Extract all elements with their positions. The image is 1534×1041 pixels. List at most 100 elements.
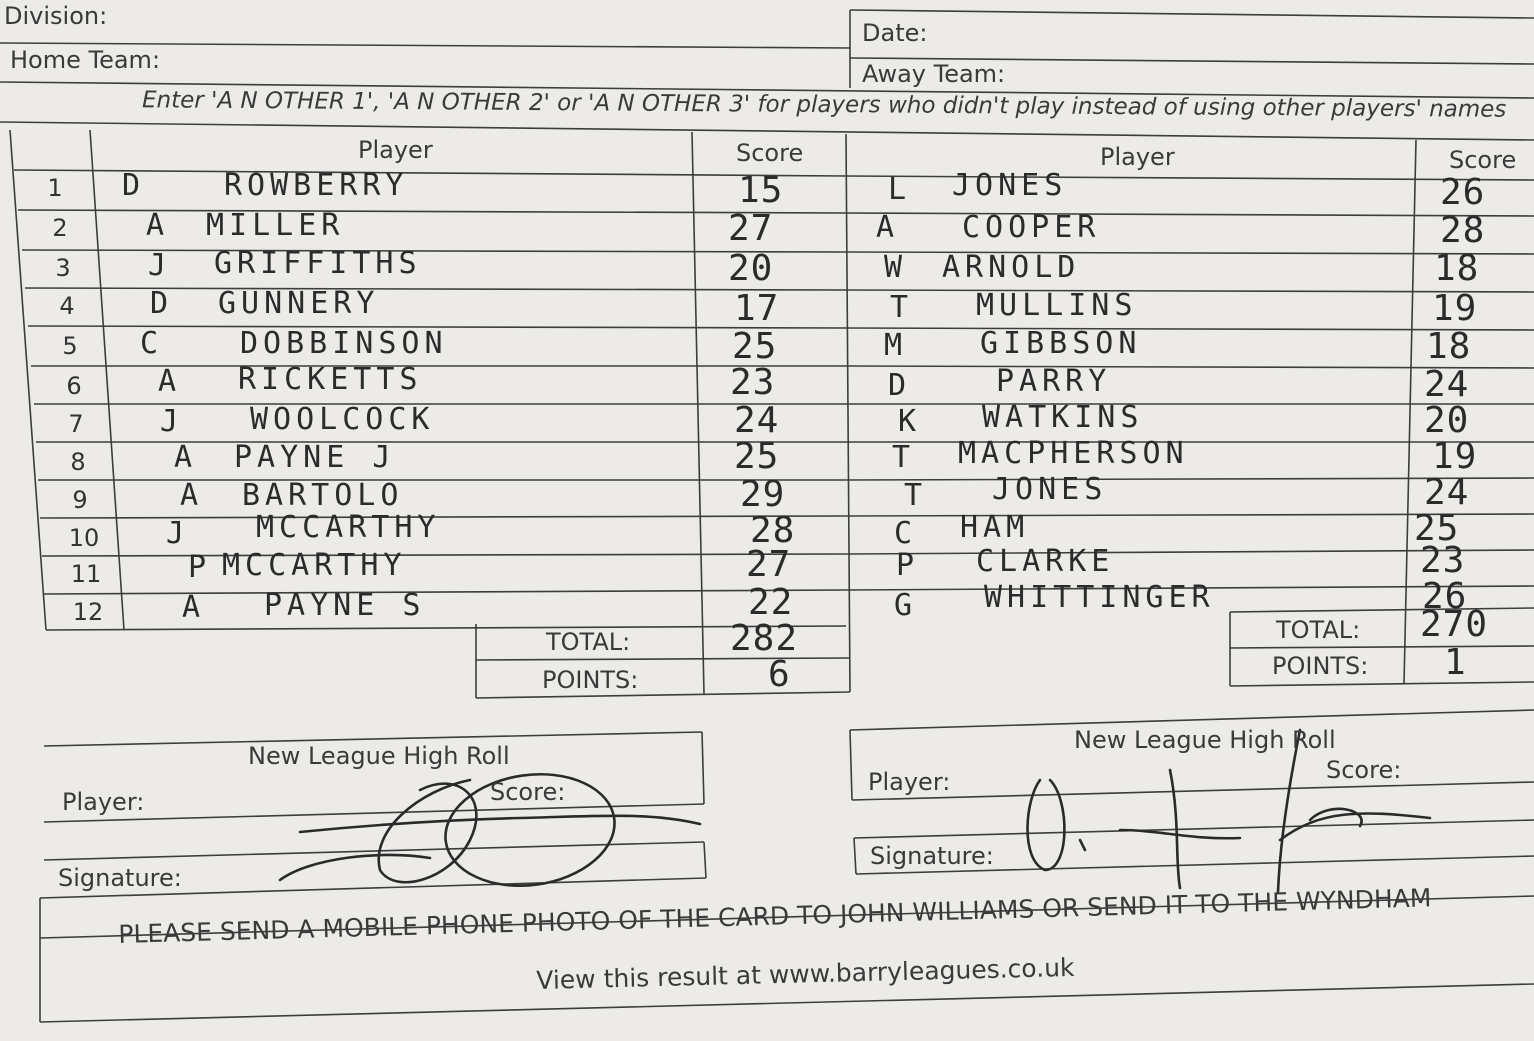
row-number: 3 <box>55 254 71 282</box>
home-score: 25 <box>734 436 780 477</box>
away-player-initial: G <box>894 588 916 623</box>
home-player-name: PAYNE S <box>264 588 426 623</box>
away-player-name: JONES <box>992 472 1108 507</box>
home-player-name: MCCARTHY <box>256 510 441 545</box>
away-player-header: Player <box>1100 143 1175 171</box>
away-score: 23 <box>1420 540 1466 581</box>
home-score: 27 <box>728 208 774 249</box>
away-player-name: CLARKE <box>976 544 1115 579</box>
home-high-roll-player-label: Player: <box>62 788 145 816</box>
home-player-initial: P <box>188 550 210 585</box>
home-score: 22 <box>748 582 794 623</box>
home-score: 15 <box>738 170 784 211</box>
away-score-header: Score <box>1449 146 1517 174</box>
row-number: 2 <box>52 214 68 242</box>
away-score: 19 <box>1432 288 1478 329</box>
home-player-initial: A <box>174 440 196 475</box>
away-high-roll-title: New League High Roll <box>1074 726 1336 754</box>
away-player-name: WHITTINGER <box>984 580 1215 615</box>
row-number: 6 <box>66 372 82 400</box>
home-player-name: MILLER <box>206 208 345 243</box>
home-player-name: PAYNE J <box>234 440 396 475</box>
away-score: 24 <box>1424 364 1470 405</box>
away-score: 18 <box>1434 248 1480 289</box>
away-player-name: JONES <box>952 168 1068 203</box>
away-signature-label: Signature: <box>870 842 994 870</box>
home-score: 27 <box>746 544 792 585</box>
away-player-name: HAM <box>960 510 1030 545</box>
home-player-initial: D <box>122 168 144 203</box>
away-player-initial: T <box>890 290 912 325</box>
away-score: 18 <box>1426 326 1472 367</box>
away-team-label: Away Team: <box>862 60 1006 88</box>
home-player-initial: A <box>158 364 180 399</box>
home-high-roll-title: New League High Roll <box>248 742 510 770</box>
row-number: 4 <box>59 292 75 320</box>
away-player-initial: W <box>884 250 906 285</box>
away-points-label: POINTS: <box>1272 652 1369 680</box>
away-score: 24 <box>1424 472 1470 513</box>
home-player-initial: D <box>150 286 172 321</box>
away-total-label: TOTAL: <box>1276 616 1361 644</box>
home-player-initial: A <box>180 478 202 513</box>
home-score-header: Score <box>736 139 804 167</box>
away-player-initial: T <box>904 478 926 513</box>
away-player-name: COOPER <box>962 210 1101 245</box>
row-number: 9 <box>72 486 88 514</box>
home-player-name: BARTOLO <box>242 478 404 513</box>
home-player-initial: J <box>160 404 182 439</box>
home-player-name: MCCARTHY <box>222 548 407 583</box>
away-player-name: PARRY <box>996 364 1112 399</box>
home-player-name: DOBBINSON <box>240 326 448 361</box>
away-player-name: GIBBSON <box>980 326 1142 361</box>
home-score: 29 <box>740 474 786 515</box>
away-total-value: 270 <box>1420 604 1489 645</box>
away-player-initial: M <box>884 328 906 363</box>
home-total-label: TOTAL: <box>546 628 631 656</box>
away-player-initial: D <box>888 368 910 403</box>
home-player-initial: J <box>148 248 170 283</box>
row-number: 10 <box>68 524 100 552</box>
row-number: 5 <box>62 332 78 360</box>
home-player-initial: A <box>146 208 168 243</box>
home-team-label: Home Team: <box>10 46 161 74</box>
away-player-name: WATKINS <box>982 400 1144 435</box>
home-player-header: Player <box>358 136 433 164</box>
home-player-initial: J <box>166 516 188 551</box>
away-player-initial: T <box>892 440 914 475</box>
home-score: 23 <box>730 362 776 403</box>
home-score: 20 <box>728 248 774 289</box>
home-signature-label: Signature: <box>58 864 182 892</box>
home-player-name: WOOLCOCK <box>250 402 435 437</box>
away-high-roll-player-label: Player: <box>868 768 951 796</box>
home-player-name: GUNNERY <box>218 286 380 321</box>
home-points-value: 6 <box>768 654 791 695</box>
home-score: 17 <box>734 288 780 329</box>
home-high-roll-score-label: Score: <box>490 778 566 806</box>
home-player-name: ROWBERRY <box>224 168 409 203</box>
away-score: 19 <box>1432 436 1478 477</box>
home-score: 24 <box>734 400 780 441</box>
home-total-value: 282 <box>730 618 799 659</box>
away-player-initial: A <box>876 210 898 245</box>
away-score: 28 <box>1440 210 1486 251</box>
away-high-roll-score-label: Score: <box>1326 756 1402 784</box>
home-player-initial: C <box>140 326 162 361</box>
away-player-name: MULLINS <box>976 288 1138 323</box>
away-score: 26 <box>1440 172 1486 213</box>
away-player-name: ARNOLD <box>942 250 1081 285</box>
home-points-label: POINTS: <box>542 666 639 694</box>
away-player-initial: L <box>888 172 910 207</box>
away-player-initial: K <box>898 404 920 439</box>
score-card: Division: Date: Home Team: Away Team: En… <box>0 0 1534 1041</box>
row-number: 8 <box>70 448 86 476</box>
division-label: Division: <box>4 2 108 30</box>
away-player-name: MACPHERSON <box>958 436 1189 471</box>
row-number: 12 <box>72 598 104 626</box>
date-label: Date: <box>862 19 928 47</box>
away-score: 20 <box>1424 400 1470 441</box>
away-player-initial: C <box>894 516 916 551</box>
row-number: 1 <box>47 174 63 202</box>
row-number: 11 <box>70 560 102 588</box>
row-number: 7 <box>68 410 84 438</box>
